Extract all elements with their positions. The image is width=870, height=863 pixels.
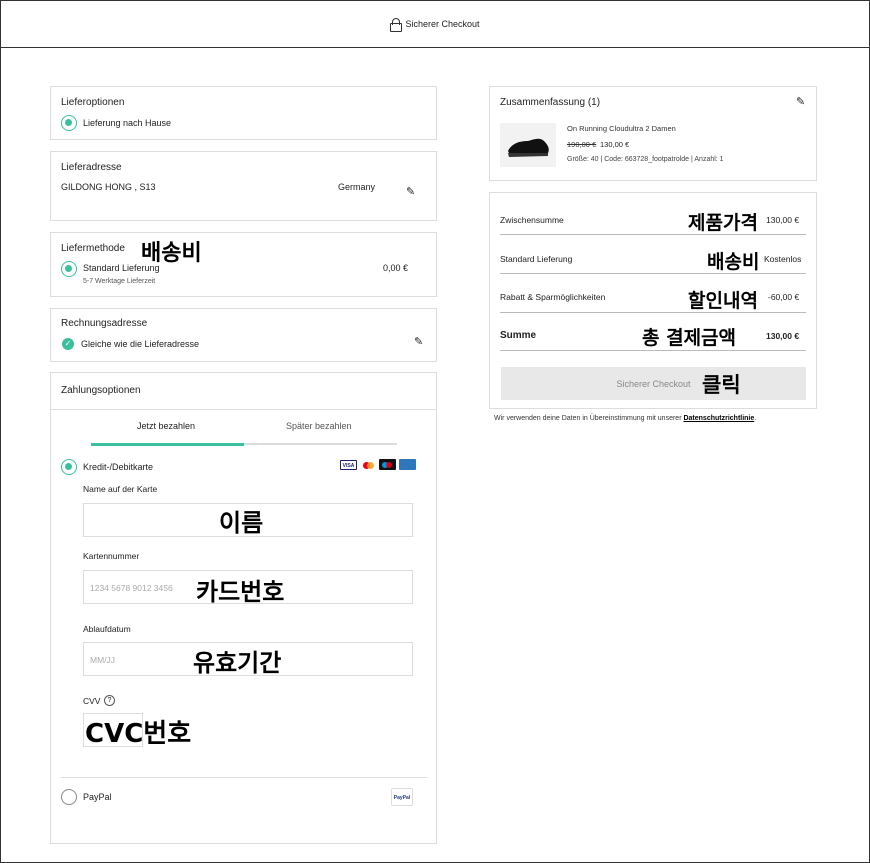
credit-card-label: Kredit-/Debitkarte [83,462,154,472]
product-details: Größe: 40 | Code: 663728_footpatrolde | … [567,156,724,163]
product-name[interactable]: On Running Cloudultra 2 Damen [567,124,676,133]
paypal-radio[interactable] [61,789,77,805]
header-title: Sicherer Checkout [405,19,480,29]
tab-active-indicator [91,443,244,446]
payment-options-title: Zahlungsoptionen [61,385,141,396]
total-label: Summe [500,330,537,341]
discount-annotation: 할인내역 [688,290,758,312]
card-number-placeholder: 1234 5678 9012 3456 [90,583,173,593]
privacy-link[interactable]: Datenschutzrichtlinie [683,415,754,422]
total-annotation: 총 결제금액 [642,327,737,349]
paypal-logo-icon: PayPal [391,788,413,806]
billing-address-title: Rechnungsadresse [61,318,148,329]
privacy-end: . [754,415,757,422]
lock-icon [390,18,403,32]
subtotal-label: Zwischensumme [500,215,564,225]
home-delivery-radio[interactable] [61,115,77,131]
subtotal-annotation: 제품가격 [688,212,758,234]
privacy-text: Wir verwenden deine Daten in Übereinstim… [494,415,682,422]
totals-card: Zwischensumme 제품가격 130,00 € Standard Lie… [489,192,817,409]
paypal-label: PayPal [83,792,112,802]
product-old-price: 190,00 € [567,140,597,149]
shipping-address-title: Lieferadresse [61,162,122,173]
subtotal-value: 130,00 € [766,215,800,225]
total-value: 130,00 € [766,331,800,341]
card-number-label: Kartennummer [83,551,140,561]
shipping-address-name: GILDONG HONG , S13 [61,182,156,192]
expiry-label: Ablaufdatum [83,624,131,634]
product-new-price: 130,00 € [600,140,630,149]
shipping-divider [500,273,806,274]
card-name-label: Name auf der Karte [83,484,158,494]
delivery-method-card: Liefermethode 배송비 Standard Lieferung 5-7… [50,232,437,297]
visa-icon: VISA [340,460,357,470]
credit-card-radio[interactable] [61,459,77,475]
shipping-label: Standard Lieferung [500,254,573,264]
privacy-notice: Wir verwenden deine Daten in Übereinstim… [494,415,756,422]
edit-cart-icon[interactable]: ✎ [796,96,808,108]
standard-delivery-radio[interactable] [61,261,77,277]
standard-delivery-label: Standard Lieferung [83,263,160,273]
mastercard-icon [362,460,376,470]
shipping-address-card: Lieferadresse GILDONG HONG , S13 Germany… [50,151,437,221]
tab-pay-now[interactable]: Jetzt bezahlen [137,421,195,431]
total-divider [500,350,806,351]
cvv-annotation: CVC번호 [85,719,192,749]
paypal-divider [61,777,427,778]
shipping-value: Kostenlos [764,254,802,264]
delivery-method-title: Liefermethode [61,243,125,254]
delivery-duration: 5-7 Werktage Lieferzeit [83,278,156,285]
checkout-annotation: 클릭 [702,373,741,397]
tab-pay-later[interactable]: Später bezahlen [286,421,352,431]
card-name-annotation: 이름 [219,509,264,537]
edit-billing-address-icon[interactable]: ✎ [414,336,426,348]
subtotal-divider [500,234,806,235]
delivery-price: 0,00 € [383,263,409,273]
order-summary-card: Zusammenfassung (1) ✎ On Running Cloudul… [489,86,817,181]
maestro-icon [379,459,396,470]
same-address-label: Gleiche wie die Lieferadresse [81,339,200,349]
expiry-placeholder: MM/JJ [90,655,116,665]
home-delivery-label: Lieferung nach Hause [83,118,172,128]
same-address-check-icon[interactable]: ✓ [62,338,74,350]
secure-checkout-button-label: Sicherer Checkout [616,378,691,389]
amex-icon [399,459,416,470]
order-summary-title: Zusammenfassung (1) [500,97,601,108]
card-number-annotation: 카드번호 [196,578,285,606]
cvv-label: CVV [83,696,101,706]
secure-checkout-button[interactable]: Sicherer Checkout [501,367,806,400]
payment-header-divider [51,409,436,410]
payment-options-card: Zahlungsoptionen Jetzt bezahlen Später b… [50,372,437,844]
shipping-annotation: 배송비 [707,251,760,273]
discount-value: -60,00 € [768,292,800,302]
discount-divider [500,312,806,313]
help-icon[interactable]: ? [104,695,115,706]
checkout-header: Sicherer Checkout [1,1,869,48]
product-image [500,123,556,167]
delivery-options-title: Lieferoptionen [61,97,125,108]
edit-shipping-address-icon[interactable]: ✎ [406,186,418,198]
shipping-address-country: Germany [338,182,376,192]
billing-address-card: Rechnungsadresse ✓ Gleiche wie die Liefe… [50,308,437,362]
discount-label: Rabatt & Sparmöglichkeiten [500,292,606,302]
expiry-annotation: 유효기간 [193,649,282,677]
delivery-options-card: Lieferoptionen Lieferung nach Hause [50,86,437,140]
